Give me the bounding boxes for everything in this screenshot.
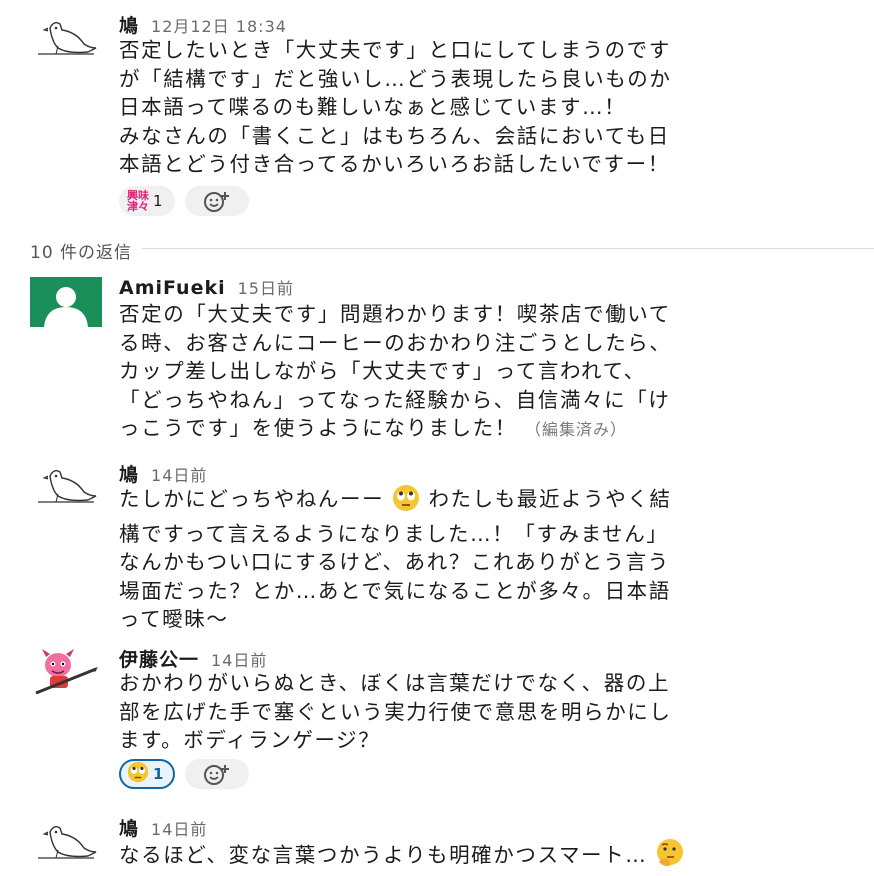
author-name[interactable]: 鳩 12月12日 18:34 — [119, 11, 287, 38]
reaction-bar: 1 — [119, 759, 250, 791]
default-user-avatar-icon[interactable] — [30, 277, 102, 327]
add-reaction-button[interactable] — [184, 186, 249, 216]
timestamp[interactable]: 14日前 — [151, 820, 207, 839]
add-reaction-icon — [204, 765, 230, 785]
author-name[interactable]: AmiFueki 15日前 — [119, 275, 294, 299]
message-body: 否定の「大丈夫です」問題わかります！喫茶店で働いて る時、お客さんにコーヒーのお… — [119, 302, 672, 440]
divider-line — [30, 248, 874, 249]
add-reaction-icon — [203, 192, 229, 212]
timestamp[interactable]: 12月12日 18:34 — [151, 17, 287, 36]
reaction-rolling-eyes[interactable]: 1 — [119, 759, 176, 789]
edited-label: （編集済み） — [524, 420, 627, 439]
author-name[interactable]: 鳩 14日前 — [119, 460, 207, 487]
message-body: たしかにどっちやねんーー わたしも最近ようやく結 構ですって言えるようになりまし… — [119, 484, 839, 634]
thinking-face-emoji-icon — [655, 838, 685, 876]
pigeon-avatar-icon[interactable] — [30, 820, 100, 870]
replies-divider: 10 件の返信 — [30, 238, 874, 263]
author-name[interactable]: 鳩 14日前 — [119, 814, 207, 841]
add-reaction-button[interactable] — [185, 759, 250, 789]
reaction-count: 1 — [153, 192, 163, 210]
demon-character-avatar-icon[interactable] — [30, 647, 100, 697]
kyoumishinshin-emoji-icon: 興味 津々 — [127, 189, 149, 213]
timestamp[interactable]: 14日前 — [211, 651, 267, 670]
reaction-bar: 興味 津々 1 — [119, 186, 249, 218]
message-body: おかわりがいらぬとき、ぼくは言葉だけでなく、器の上 部を広げた手で塞ぐという実力… — [119, 671, 672, 752]
reaction-count: 1 — [153, 765, 164, 783]
timestamp[interactable]: 15日前 — [238, 279, 294, 298]
rolling-eyes-emoji-icon — [127, 761, 149, 787]
rolling-eyes-emoji-icon — [392, 484, 420, 520]
pigeon-avatar-icon[interactable] — [30, 464, 100, 514]
thread-view: 鳩 12月12日 18:34 否定したいとき「大丈夫です」と口にしてしまうのです … — [0, 0, 874, 874]
message-body: 否定したいとき「大丈夫です」と口にしてしまうのです が「結構です」だと強いし…ど… — [119, 38, 672, 176]
author-name[interactable]: 伊藤公一 14日前 — [119, 645, 267, 672]
reaction-kyoumishinshin[interactable]: 興味 津々 1 — [119, 186, 175, 216]
reply-count-label: 10 件の返信 — [30, 238, 143, 263]
message-body: なるほど、変な言葉つかうよりも明確かつスマート… — [119, 838, 839, 876]
pigeon-avatar-icon[interactable] — [30, 16, 100, 66]
timestamp[interactable]: 14日前 — [151, 466, 207, 485]
